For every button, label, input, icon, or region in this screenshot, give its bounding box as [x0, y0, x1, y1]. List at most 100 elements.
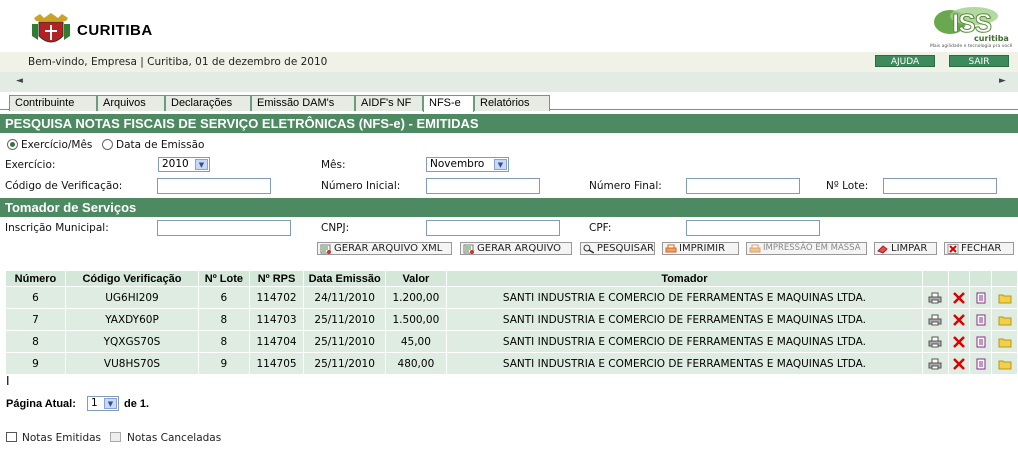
col-tomador: Tomador	[446, 271, 923, 286]
cell-numero: 8	[6, 331, 65, 352]
search-section-title: PESQUISA NOTAS FISCAIS DE SERVIÇO ELETRÔ…	[0, 114, 1018, 133]
exercicio-select[interactable]: 2010 ▼	[158, 157, 210, 172]
folder-row-button[interactable]	[992, 353, 1017, 374]
page-select[interactable]: 1 ▼	[87, 396, 119, 411]
eraser-icon	[877, 244, 888, 254]
exercicio-value: 2010	[162, 158, 189, 170]
print-row-button[interactable]	[923, 331, 948, 352]
numero-inicial-input[interactable]	[426, 178, 540, 194]
gerar-arquivo-button[interactable]: GERAR ARQUIVO	[460, 242, 572, 255]
view-row-button[interactable]	[970, 309, 992, 330]
col-rps: Nº RPS	[249, 271, 304, 286]
table-row[interactable]: 7 YAXDY60P 8 114703 25/11/2010 1.500,00 SANTI …	[6, 309, 1017, 330]
city-name: CURITIBA	[77, 22, 153, 39]
gerar-xml-label: GERAR ARQUIVO XML	[334, 243, 443, 254]
view-row-button[interactable]	[970, 287, 992, 308]
col-folder	[992, 271, 1017, 286]
cell-numero: 6	[6, 287, 65, 308]
table-row[interactable]: 9 VU8HS70S 9 114705 25/11/2010 480,00 SANTI IN…	[6, 353, 1017, 374]
cell-rps: 114702	[249, 287, 304, 308]
tab-declaracoes[interactable]: Declarações	[165, 95, 251, 111]
folder-row-button[interactable]	[992, 309, 1017, 330]
iss-sub-text: curitiba	[974, 34, 1009, 43]
help-button[interactable]: AJUDA	[875, 55, 935, 67]
cancel-x-icon	[953, 335, 966, 348]
cell-tomador: SANTI INDUSTRIA E COMERCIO DE FERRAMENTA…	[446, 331, 923, 352]
tab-aidfs-nf[interactable]: AIDF's NF	[355, 95, 423, 111]
chevron-down-icon: ▼	[494, 159, 507, 170]
cancel-row-button[interactable]	[948, 353, 970, 374]
pagination-label: Página Atual:	[6, 398, 76, 410]
cpf-input[interactable]	[686, 220, 820, 236]
search-icon	[583, 244, 595, 254]
scroll-left-icon[interactable]: ◄	[16, 76, 23, 86]
gerar-xml-button[interactable]: GERAR ARQUIVO XML	[317, 242, 452, 255]
document-icon	[976, 292, 986, 303]
tab-emissao-dams[interactable]: Emissão DAM's	[251, 95, 355, 111]
legend-canceladas-swatch	[110, 432, 121, 442]
document-icon	[976, 314, 986, 325]
tab-relatorios[interactable]: Relatórios	[474, 95, 550, 111]
printer-icon	[928, 358, 942, 369]
pesquisar-button[interactable]: PESQUISAR	[580, 242, 655, 255]
cancel-row-button[interactable]	[948, 287, 970, 308]
tomador-section-title: Tomador de Serviços	[0, 198, 1018, 217]
exit-button[interactable]: SAIR	[949, 55, 1009, 67]
codigo-verificacao-input[interactable]	[157, 178, 271, 194]
chevron-down-icon: ▼	[104, 398, 117, 409]
printer-icon	[928, 336, 942, 347]
cell-lote: 9	[199, 353, 249, 374]
cancel-x-icon	[953, 357, 966, 370]
iss-tagline: Mais agilidade e tecnologia pra você	[930, 44, 1013, 49]
col-valor: Valor	[385, 271, 446, 286]
radio-exercicio-mes-label: Exercício/Mês	[21, 139, 93, 151]
chevron-down-icon: ▼	[195, 159, 208, 170]
lote-input[interactable]	[883, 178, 997, 194]
cancel-row-button[interactable]	[948, 309, 970, 330]
pesquisar-label: PESQUISAR	[596, 243, 654, 254]
print-row-button[interactable]	[923, 309, 948, 330]
numero-final-input[interactable]	[686, 178, 800, 194]
folder-row-button[interactable]	[992, 287, 1017, 308]
document-icon	[976, 336, 986, 347]
radio-exercicio-mes[interactable]	[7, 139, 18, 150]
cnpj-input[interactable]	[426, 220, 560, 236]
cell-tomador: SANTI INDUSTRIA E COMERCIO DE FERRAMENTA…	[446, 287, 923, 308]
cell-lote: 8	[199, 331, 249, 352]
table-row[interactable]: 6 UG6HI209 6 114702 24/11/2010 1.200,00 SANTI …	[6, 287, 1017, 308]
imprimir-label: IMPRIMIR	[679, 243, 726, 254]
tab-arquivos[interactable]: Arquivos	[97, 95, 165, 111]
col-numero: Número	[6, 271, 65, 286]
folder-row-button[interactable]	[992, 331, 1017, 352]
radio-data-emissao[interactable]	[102, 139, 113, 150]
cell-rps: 114705	[249, 353, 304, 374]
folder-icon	[998, 316, 1012, 325]
imprimir-button[interactable]: IMPRIMIR	[662, 242, 739, 255]
mes-label: Mês:	[321, 159, 346, 171]
fechar-button[interactable]: FECHAR	[944, 242, 1014, 255]
numero-final-label: Número Final:	[589, 180, 662, 192]
tab-contribuinte[interactable]: Contribuinte	[9, 95, 97, 111]
limpar-button[interactable]: LIMPAR	[874, 242, 937, 255]
legend-canceladas-label: Notas Canceladas	[127, 432, 222, 444]
cancel-row-button[interactable]	[948, 331, 970, 352]
radio-data-emissao-label: Data de Emissão	[116, 139, 205, 151]
tab-nfse[interactable]: NFS-e	[423, 95, 474, 112]
fechar-label: FECHAR	[961, 243, 1002, 254]
mes-select[interactable]: Novembro ▼	[426, 157, 509, 172]
document-icon	[976, 358, 986, 369]
folder-icon	[998, 338, 1012, 347]
scroll-right-icon[interactable]: ►	[999, 76, 1006, 86]
print-row-button[interactable]	[923, 353, 948, 374]
impressao-massa-button[interactable]: IMPRESSÃO EM MASSA	[746, 242, 867, 255]
table-row[interactable]: 8 YQXGS70S 8 114704 25/11/2010 45,00 SANTI IND…	[6, 331, 1017, 352]
view-row-button[interactable]	[970, 331, 992, 352]
menu-scroll-bar	[0, 72, 1018, 92]
impressao-massa-label: IMPRESSÃO EM MASSA	[763, 243, 861, 253]
gerar-arquivo-label: GERAR ARQUIVO	[477, 243, 562, 254]
view-row-button[interactable]	[970, 353, 992, 374]
print-row-button[interactable]	[923, 287, 948, 308]
col-lote: Nº Lote	[199, 271, 249, 286]
inscricao-municipal-input[interactable]	[157, 220, 291, 236]
cell-numero: 9	[6, 353, 65, 374]
